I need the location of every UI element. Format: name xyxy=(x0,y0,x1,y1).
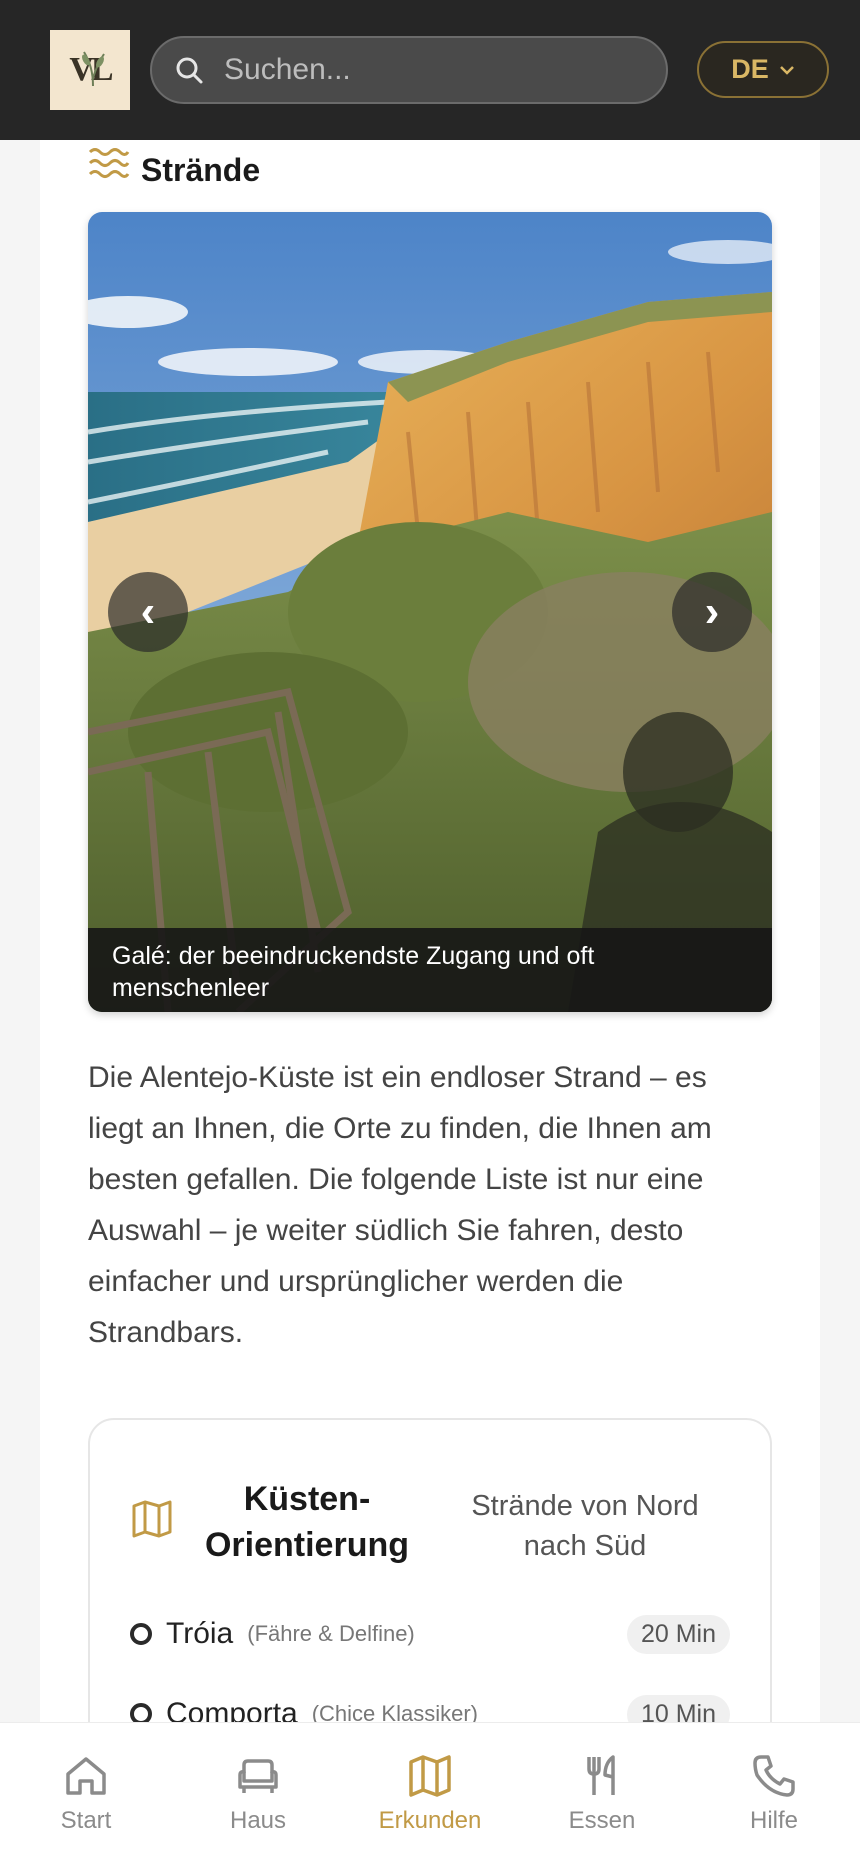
nav-label: Erkunden xyxy=(378,1807,482,1834)
list-item[interactable]: Tróia (Fähre & Delfine) 20 Min xyxy=(130,1614,730,1654)
nav-label: Hilfe xyxy=(749,1807,798,1834)
map-icon xyxy=(132,1500,172,1538)
orientation-subtitle: Strände von Nord nach Süd xyxy=(471,1490,699,1562)
nav-hilfe[interactable]: Hilfe xyxy=(709,1753,839,1835)
nav-haus[interactable]: Haus xyxy=(193,1753,323,1835)
app-header: VL DE xyxy=(0,0,860,140)
search-icon xyxy=(176,57,203,84)
place-note: (Fähre & Delfine) xyxy=(247,1621,415,1646)
orientation-title: Küsten-Orientierung xyxy=(204,1480,410,1564)
carousel-prev-button[interactable]: ‹ xyxy=(108,572,188,652)
beach-photo xyxy=(88,212,772,1012)
nav-erkunden[interactable]: Erkunden xyxy=(365,1753,495,1835)
nav-label: Start xyxy=(60,1807,112,1834)
place-name: Tróia xyxy=(166,1617,234,1650)
cutlery-icon xyxy=(587,1755,615,1795)
travel-time: 20 Min xyxy=(626,1614,730,1654)
circle-icon xyxy=(130,1623,152,1645)
image-carousel[interactable]: ‹ › Galé: der beeindruckendste Zugang un… xyxy=(88,212,772,1012)
search-bar[interactable] xyxy=(150,36,668,104)
sofa-icon xyxy=(238,1759,278,1793)
nav-label: Essen xyxy=(568,1807,636,1834)
carousel-next-button[interactable]: › xyxy=(672,572,752,652)
waves-icon xyxy=(88,148,130,178)
nav-start[interactable]: Start xyxy=(21,1753,151,1835)
logo[interactable]: VL xyxy=(50,30,130,110)
language-label: DE xyxy=(731,54,769,84)
home-icon xyxy=(66,1757,106,1795)
chevron-down-icon xyxy=(779,65,794,75)
section-title: Strände xyxy=(141,152,261,188)
phone-icon xyxy=(753,1755,795,1797)
nav-essen[interactable]: Essen xyxy=(537,1753,667,1835)
nav-label: Haus xyxy=(229,1807,287,1834)
intro-text: Die Alentejo-Küste ist ein endloser Stra… xyxy=(88,1061,712,1349)
bottom-navigation: Start Haus Erkunden Essen Hilfe xyxy=(0,1722,860,1871)
carousel-caption: Galé: der beeindruckendste Zugang und of… xyxy=(88,928,772,1012)
search-input[interactable] xyxy=(222,52,646,88)
map-icon xyxy=(409,1755,451,1797)
language-selector[interactable]: DE xyxy=(697,41,829,98)
leaf-icon xyxy=(82,51,105,87)
